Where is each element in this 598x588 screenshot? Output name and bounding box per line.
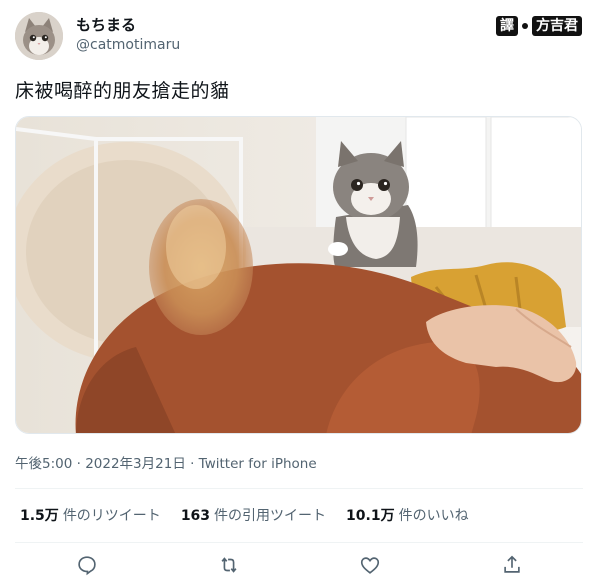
retweet-icon [221,557,237,573]
like-icon [360,557,380,574]
like-button[interactable] [357,552,383,578]
quote-label: 件の引用ツイート [214,508,327,524]
divider [15,488,583,489]
tweet-text: 床被喝醉的朋友搶走的貓 [15,80,230,102]
avatar[interactable] [15,12,63,60]
watermark-left: 譯 [496,16,518,36]
like-count: 10.1万 [346,508,395,524]
reply-button[interactable] [74,552,100,578]
retweet-count: 1.5万 [20,508,59,524]
tweet-actions [0,552,598,578]
watermark-dot [522,23,528,29]
like-count-link[interactable]: 10.1万 件のいいね [346,505,469,525]
display-name[interactable]: もちまる [76,14,136,35]
tweet-photo[interactable] [15,116,582,434]
share-button[interactable] [499,552,525,578]
tweet-timestamp[interactable]: 午後5:00 · 2022年3月21日 · Twitter for iPhone [15,452,317,472]
retweet-button[interactable] [216,552,242,578]
retweet-count-link[interactable]: 1.5万 件のリツイート [20,505,161,525]
like-label: 件のいいね [398,508,469,524]
translator-watermark: 譯 方吉君 [496,16,582,36]
divider [15,542,583,543]
quote-count: 163 [180,508,211,524]
cat-avatar-icon [15,12,63,60]
tweet-stats: 1.5万 件のリツイート 163 件の引用ツイート 10.1万 件のいいね [20,505,469,525]
watermark-right: 方吉君 [532,16,582,36]
user-handle[interactable]: @catmotimaru [76,37,180,53]
photo-cat-on-friend-image [16,117,581,433]
retweet-label: 件のリツイート [62,508,161,524]
share-icon [504,555,520,573]
reply-icon [78,556,96,576]
quote-count-link[interactable]: 163 件の引用ツイート [181,505,326,525]
